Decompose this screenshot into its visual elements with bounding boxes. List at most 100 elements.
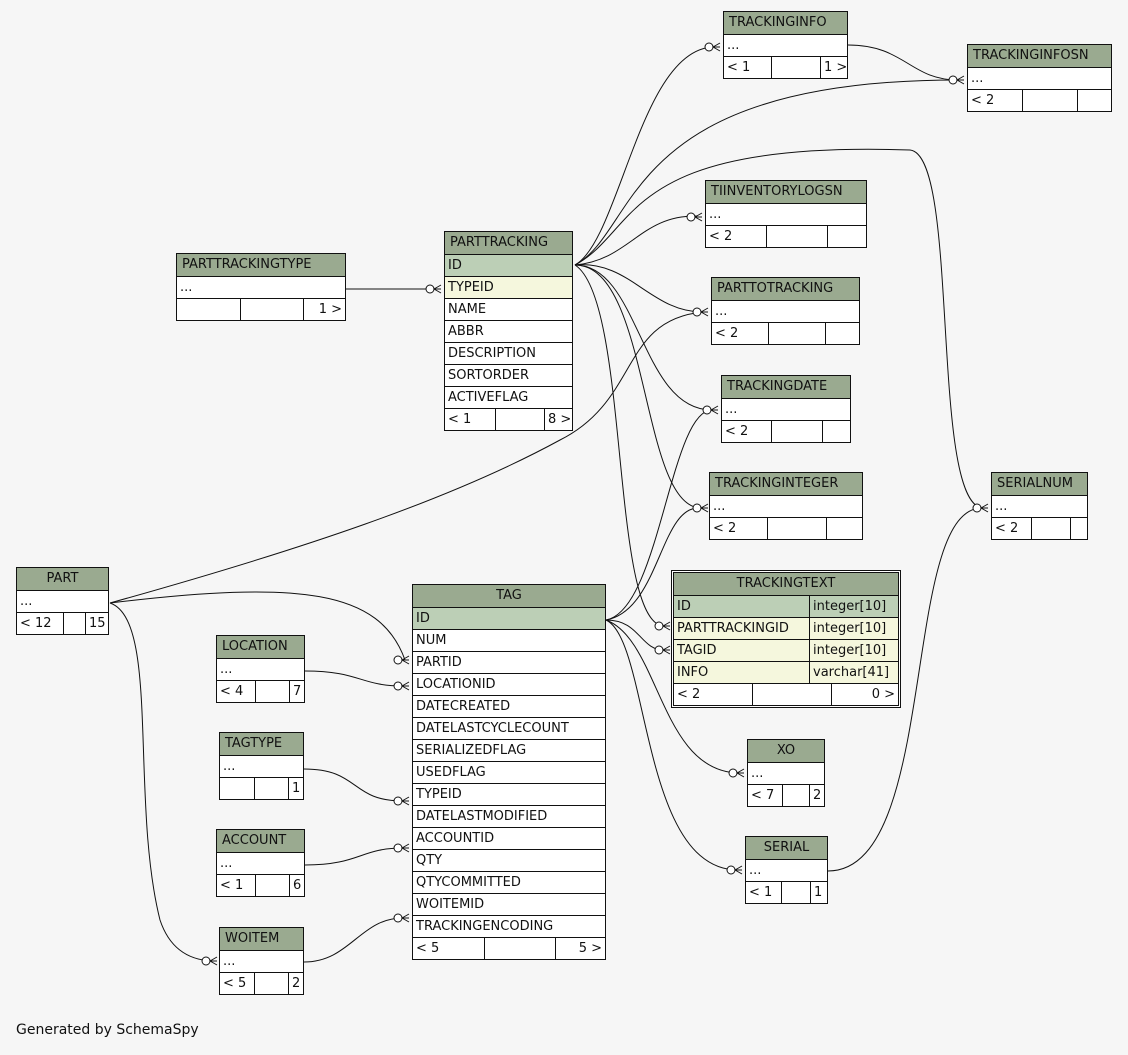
parent-count: < 12 [17, 613, 64, 634]
generated-by-caption: Generated by SchemaSpy [16, 1022, 199, 1038]
column-row: SORTORDER [445, 365, 572, 387]
table-footer: 1 > [220, 778, 303, 799]
table-footer: < 2 [706, 226, 866, 247]
column-name: PARTTRACKINGID [674, 618, 810, 639]
column-name: INFO [674, 662, 810, 683]
table-name: LOCATION [217, 636, 304, 659]
child-count: 5 > [578, 941, 602, 956]
table-account[interactable]: ACCOUNT...< 1 6 > [216, 829, 305, 897]
table-footer: < 5 5 > [413, 938, 605, 959]
table-xo[interactable]: XO...< 7 2 > [747, 739, 825, 807]
table-tiinventorylogsn[interactable]: TIINVENTORYLOGSN... < 2 [705, 180, 867, 248]
crow-foot-marker [425, 284, 435, 294]
crow-foot-marker [980, 503, 989, 513]
crow-foot-marker [726, 865, 736, 875]
column-row: PARTID [413, 652, 605, 674]
footer-cell [255, 778, 289, 799]
crow-foot-marker [736, 768, 745, 778]
footer-cell [256, 681, 290, 702]
table-serialnum[interactable]: SERIALNUM... < 2 [991, 472, 1088, 540]
table-name: SERIAL [746, 837, 827, 860]
footer-cell [1023, 90, 1078, 111]
table-trackinginfosn[interactable]: TRACKINGINFOSN... < 2 [967, 44, 1112, 112]
table-trackingtext[interactable]: TRACKINGTEXT ID integer[10] PARTTRACKINGID i… [671, 570, 901, 708]
table-woitem[interactable]: WOITEM...< 5 2 > [219, 927, 304, 995]
table-footer: < 1 1 > [746, 882, 827, 903]
table-tagtype[interactable]: TAGTYPE... 1 > [219, 732, 304, 800]
table-trackinginfo[interactable]: TRACKINGINFO... < 1 1 > [723, 11, 848, 79]
column-row: ... [177, 277, 345, 299]
column-row: QTYCOMMITTED [413, 872, 605, 894]
column-row: DATELASTMODIFIED [413, 806, 605, 828]
footer-cell [768, 518, 827, 539]
child-count: 7 > [293, 684, 304, 699]
crow-foot-marker [654, 645, 664, 655]
crow-foot-marker [433, 284, 442, 294]
table-footer: < 2 [968, 90, 1111, 111]
table-name: TIINVENTORYLOGSN [706, 181, 866, 204]
crow-foot-marker [702, 405, 712, 415]
column-row: ... [217, 659, 304, 681]
column-row: LOCATIONID [413, 674, 605, 696]
column-type: varchar[41] [813, 665, 890, 680]
footer-cell [772, 421, 823, 442]
crow-foot-marker [712, 42, 721, 52]
relationship-line [303, 768, 404, 802]
table-footer: < 2 [712, 323, 859, 344]
crow-foot-marker [686, 212, 696, 222]
table-name: PARTTOTRACKING [712, 278, 859, 301]
table-name: WOITEM [220, 928, 303, 951]
crow-foot-marker [704, 42, 714, 52]
table-part[interactable]: PART...< 12 15 > [16, 567, 109, 635]
table-parttracking[interactable]: PARTTRACKING ID TYPEID NAME ABBR DESCRIPTION S… [444, 231, 573, 431]
crow-foot-marker [948, 75, 958, 85]
table-name: TRACKINGINTEGER [710, 473, 862, 496]
column-row: QTY [413, 850, 605, 872]
parent-count: < 1 [217, 875, 256, 896]
column-row: ... [17, 591, 108, 613]
column-row: TAGID integer[10] [674, 640, 898, 662]
column-row: ID [445, 255, 572, 277]
table-serial[interactable]: SERIAL...< 1 1 > [745, 836, 828, 904]
table-footer: < 7 2 > [748, 785, 824, 806]
column-row: ... [217, 853, 304, 875]
table-name: TRACKINGTEXT [674, 573, 898, 596]
table-tag[interactable]: TAG ID NUM PARTID LOCATIONID DATECREATED DATEL… [412, 584, 606, 960]
column-row: WOITEMID [413, 894, 605, 916]
crow-foot-marker [401, 681, 410, 691]
column-row: USEDFLAG [413, 762, 605, 784]
table-name: TAGTYPE [220, 733, 303, 756]
crow-foot-marker [692, 307, 702, 317]
column-row: ID [413, 608, 605, 630]
child-count: 1 > [824, 60, 847, 75]
column-row: TYPEID [445, 277, 572, 299]
table-name: PARTTRACKING [445, 232, 572, 255]
parent-count: < 4 [217, 681, 256, 702]
crow-foot-marker [700, 307, 709, 317]
parent-count: < 2 [710, 518, 768, 539]
column-row: ... [710, 496, 862, 518]
table-trackinginteger[interactable]: TRACKINGINTEGER... < 2 [709, 472, 863, 540]
parent-count: < 1 [724, 57, 772, 78]
parent-count: < 2 [706, 226, 767, 247]
footer-cell [772, 57, 821, 78]
column-row: INFO varchar[41] [674, 662, 898, 684]
relationship-line [304, 670, 404, 687]
table-name: PARTTRACKINGTYPE [177, 254, 345, 277]
column-row: ... [220, 951, 303, 973]
column-row: ... [722, 399, 850, 421]
table-location[interactable]: LOCATION...< 4 7 > [216, 635, 305, 703]
child-count: 0 > [871, 687, 895, 702]
column-row: ... [748, 763, 824, 785]
child-count: 1 > [318, 302, 342, 317]
crow-foot-marker [700, 503, 709, 513]
table-trackingdate[interactable]: TRACKINGDATE... < 2 [721, 375, 851, 443]
table-parttotracking[interactable]: PARTTOTRACKING... < 2 [711, 277, 860, 345]
relationship-line [574, 264, 664, 627]
child-count: 6 > [293, 878, 304, 893]
table-footer: < 12 15 > [17, 613, 108, 634]
table-name: TRACKINGINFO [724, 12, 847, 35]
table-footer: < 2 [992, 518, 1087, 539]
crow-foot-marker [972, 503, 982, 513]
table-parttrackingtype[interactable]: PARTTRACKINGTYPE... 1 > [176, 253, 346, 321]
